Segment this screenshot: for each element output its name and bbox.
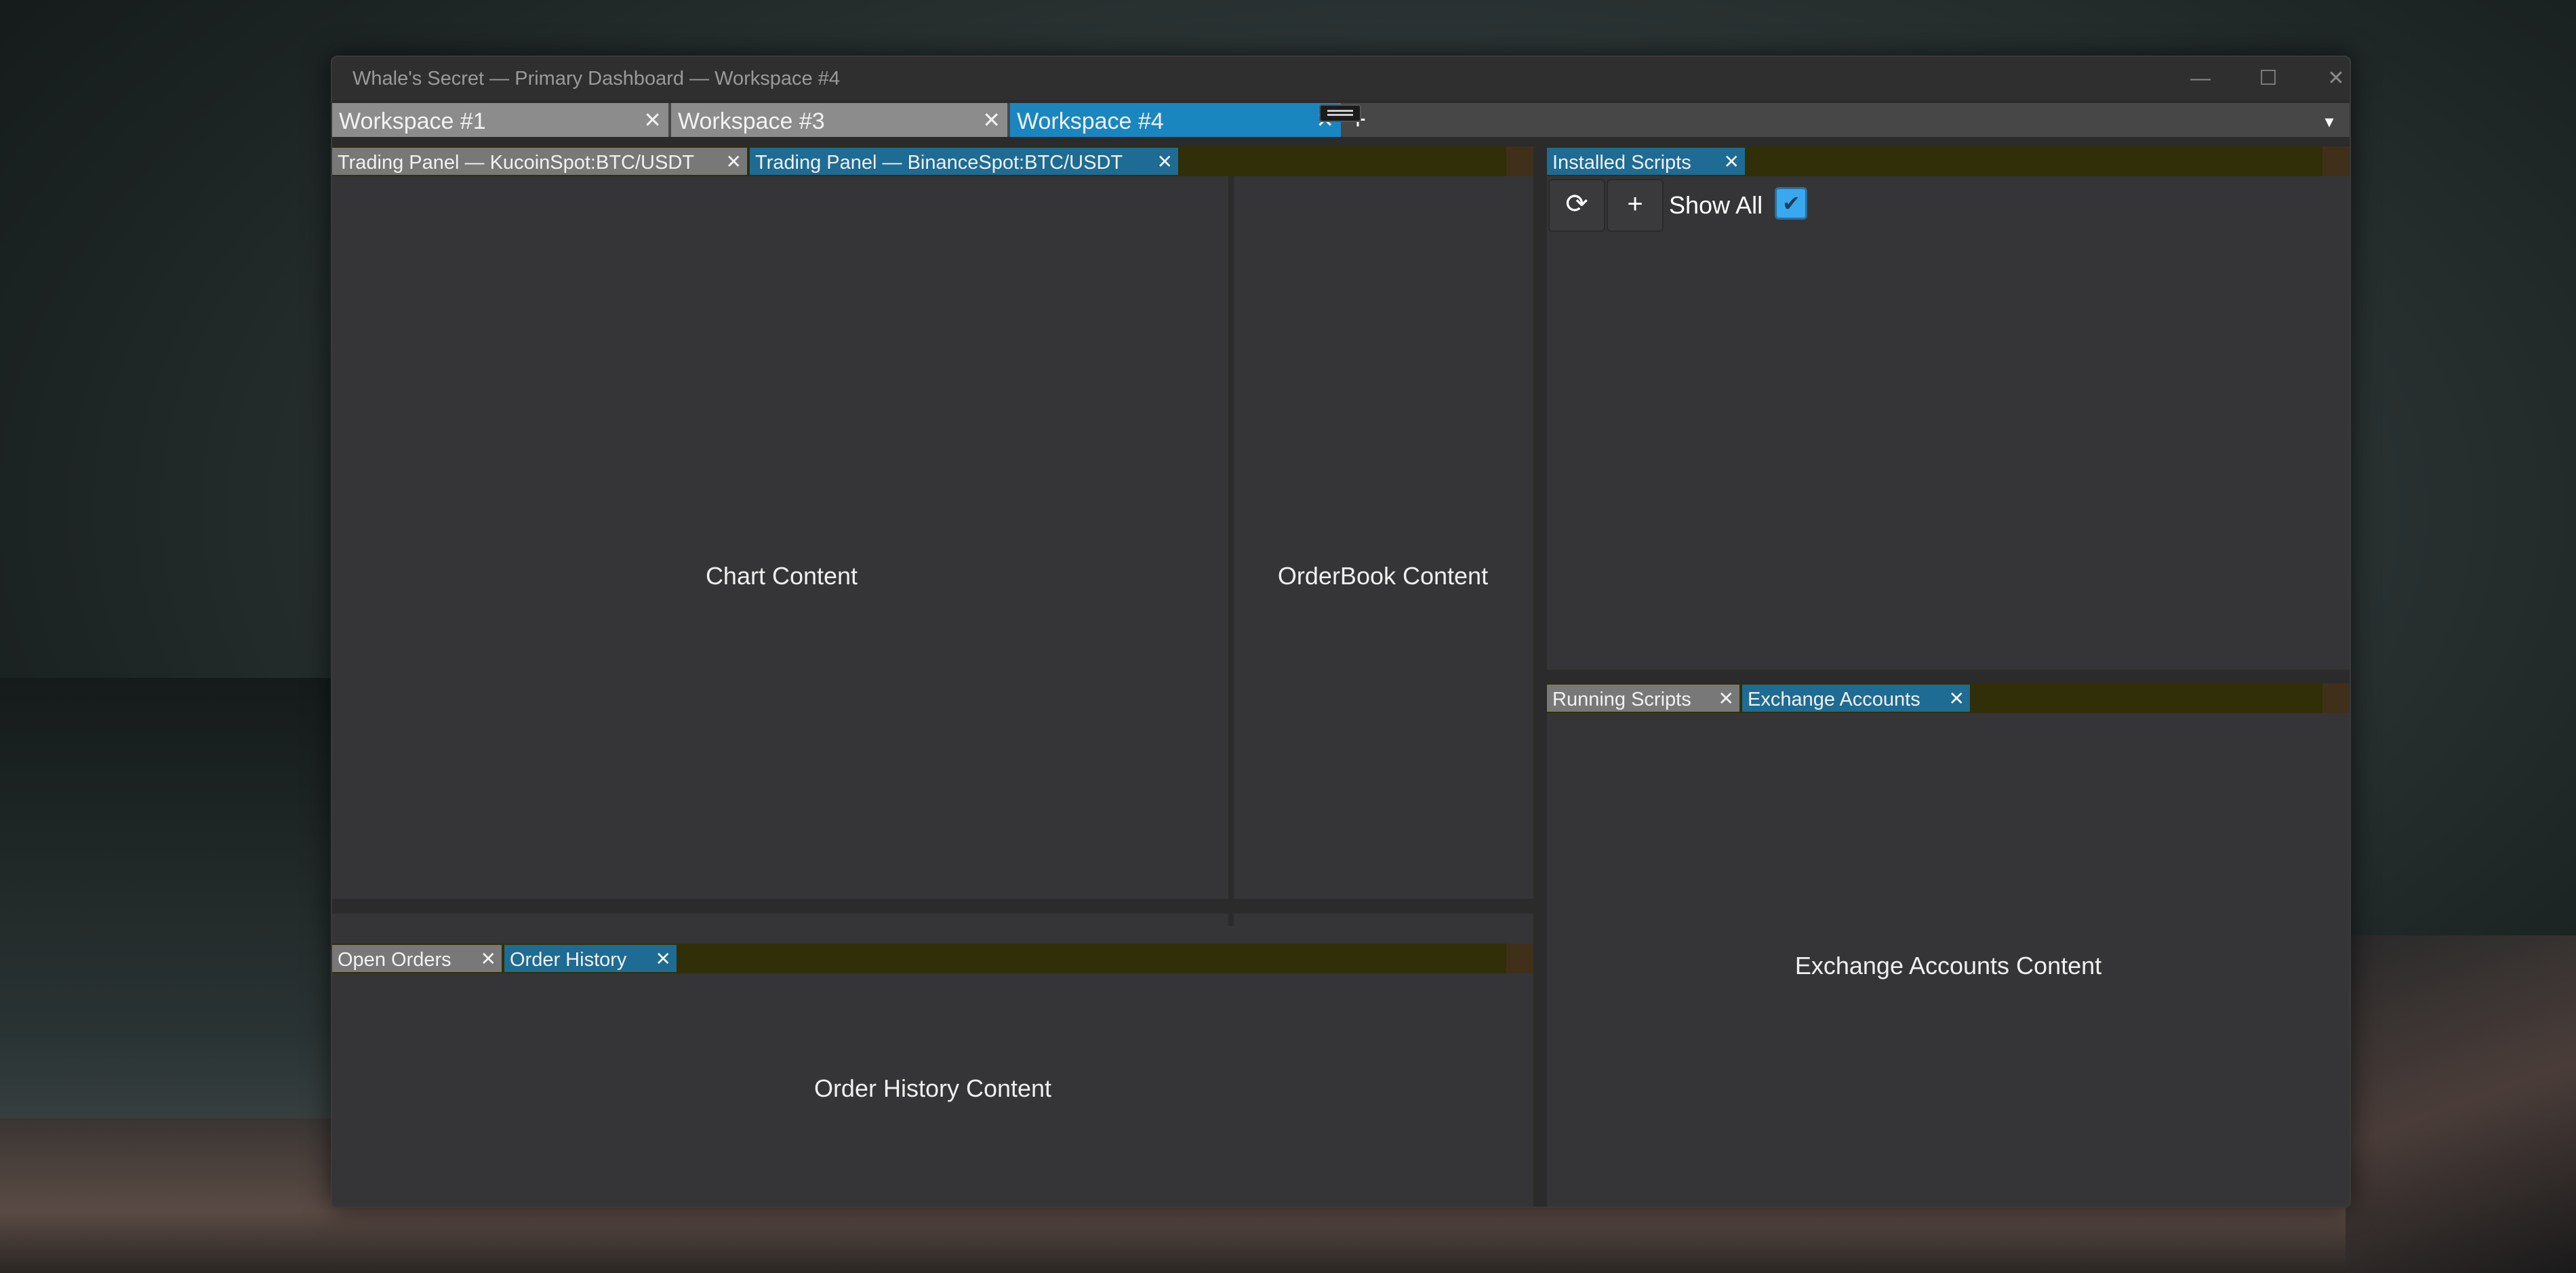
close-icon[interactable]: ✕ bbox=[1157, 150, 1173, 173]
refresh-icon[interactable]: ⟳ bbox=[1548, 179, 1605, 232]
tab-label: Installed Scripts bbox=[1552, 152, 1691, 174]
trading-panel: Trading Panel — KucoinSpot:BTC/USDT ✕ Tr… bbox=[332, 146, 1533, 950]
close-icon[interactable]: ✕ bbox=[1724, 150, 1739, 173]
close-icon[interactable]: ✕ bbox=[481, 948, 496, 970]
tab-label: Trading Panel — KucoinSpot:BTC/USDT bbox=[338, 152, 694, 174]
tab-running-scripts[interactable]: Running Scripts ✕ bbox=[1547, 685, 1739, 712]
chart-content: Chart Content bbox=[705, 562, 858, 590]
workspace-tab-label: Workspace #3 bbox=[678, 108, 825, 134]
window-title: Whale's Secret — Primary Dashboard — Wor… bbox=[353, 68, 840, 89]
tab-order-history[interactable]: Order History ✕ bbox=[504, 945, 677, 972]
checkmark-icon: ✔ bbox=[1782, 191, 1800, 216]
close-icon[interactable]: ✕ bbox=[656, 948, 671, 970]
workspace-tab-label: Workspace #1 bbox=[339, 108, 486, 134]
tab-label: Exchange Accounts bbox=[1748, 689, 1920, 710]
title-bar[interactable]: Whale's Secret — Primary Dashboard — Wor… bbox=[332, 57, 2350, 100]
splitter[interactable] bbox=[1533, 146, 1547, 1207]
drag-handle-icon[interactable] bbox=[1319, 104, 1361, 122]
orders-panel: Open Orders ✕ Order History ✕ Order Hist… bbox=[332, 944, 1533, 1207]
workspace-tab-label: Workspace #4 bbox=[1017, 108, 1164, 134]
close-icon[interactable]: ✕ bbox=[726, 150, 742, 173]
splitter[interactable] bbox=[1547, 670, 2350, 685]
app-window: Whale's Secret — Primary Dashboard — Wor… bbox=[331, 56, 2351, 1208]
panel-tab-bar: Running Scripts ✕ Exchange Accounts ✕ bbox=[1547, 683, 2350, 713]
tab-label: Open Orders bbox=[338, 949, 451, 971]
installed-scripts-panel: Installed Scripts ✕ ⟳ + Show All ✔ bbox=[1547, 146, 2350, 670]
panel-tab-bar: Open Orders ✕ Order History ✕ bbox=[332, 944, 1533, 973]
panel-corner[interactable] bbox=[1506, 146, 1533, 176]
close-window-button[interactable]: ✕ bbox=[2316, 64, 2350, 94]
workspace-tab-1[interactable]: Workspace #1 ✕ bbox=[332, 103, 668, 137]
workspace-tab-bar: Workspace #1 ✕ Workspace #3 ✕ Workspace … bbox=[332, 103, 2350, 137]
exchange-accounts-content: Exchange Accounts Content bbox=[1794, 952, 2102, 979]
add-script-button[interactable]: + bbox=[1607, 179, 1664, 232]
close-icon[interactable]: ✕ bbox=[982, 107, 1001, 133]
splitter[interactable] bbox=[1228, 176, 1234, 926]
tab-label: Trading Panel — BinanceSpot:BTC/USDT bbox=[755, 152, 1123, 174]
splitter[interactable] bbox=[332, 899, 1533, 914]
workspace-tab-4[interactable]: Workspace #4 ✕ bbox=[1010, 103, 1341, 137]
tab-exchange-accounts[interactable]: Exchange Accounts ✕ bbox=[1742, 685, 1970, 712]
panel-tab-bar: Trading Panel — KucoinSpot:BTC/USDT ✕ Tr… bbox=[332, 146, 1533, 176]
maximize-button[interactable]: ☐ bbox=[2248, 64, 2289, 94]
background-object bbox=[2346, 935, 2576, 1273]
tab-label: Order History bbox=[510, 949, 627, 971]
tab-trading-kucoin[interactable]: Trading Panel — KucoinSpot:BTC/USDT ✕ bbox=[332, 148, 747, 175]
panel-corner[interactable] bbox=[2322, 683, 2350, 713]
show-all-label: Show All bbox=[1669, 191, 1763, 219]
tab-installed-scripts[interactable]: Installed Scripts ✕ bbox=[1547, 148, 1745, 175]
close-icon[interactable]: ✕ bbox=[1718, 687, 1734, 710]
scripts-toolbar: ⟳ + Show All ✔ bbox=[1547, 176, 2350, 237]
order-history-content: Order History Content bbox=[813, 1074, 1052, 1102]
close-icon[interactable]: ✕ bbox=[1949, 687, 1965, 710]
orderbook-content: OrderBook Content bbox=[1277, 562, 1489, 590]
panel-corner[interactable] bbox=[2322, 146, 2350, 176]
show-all-checkbox[interactable]: ✔ bbox=[1775, 187, 1807, 220]
chevron-down-icon[interactable]: ▾ bbox=[2316, 111, 2343, 132]
tab-trading-binance[interactable]: Trading Panel — BinanceSpot:BTC/USDT ✕ bbox=[750, 148, 1178, 175]
panel-corner[interactable] bbox=[1506, 944, 1533, 973]
close-icon[interactable]: ✕ bbox=[643, 107, 662, 133]
workspace-tab-3[interactable]: Workspace #3 ✕ bbox=[671, 103, 1007, 137]
tab-open-orders[interactable]: Open Orders ✕ bbox=[332, 945, 502, 972]
tab-label: Running Scripts bbox=[1552, 689, 1691, 710]
minimize-button[interactable]: — bbox=[2180, 64, 2221, 94]
accounts-panel: Running Scripts ✕ Exchange Accounts ✕ Ex… bbox=[1547, 683, 2350, 1207]
panel-tab-bar: Installed Scripts ✕ bbox=[1547, 146, 2350, 176]
